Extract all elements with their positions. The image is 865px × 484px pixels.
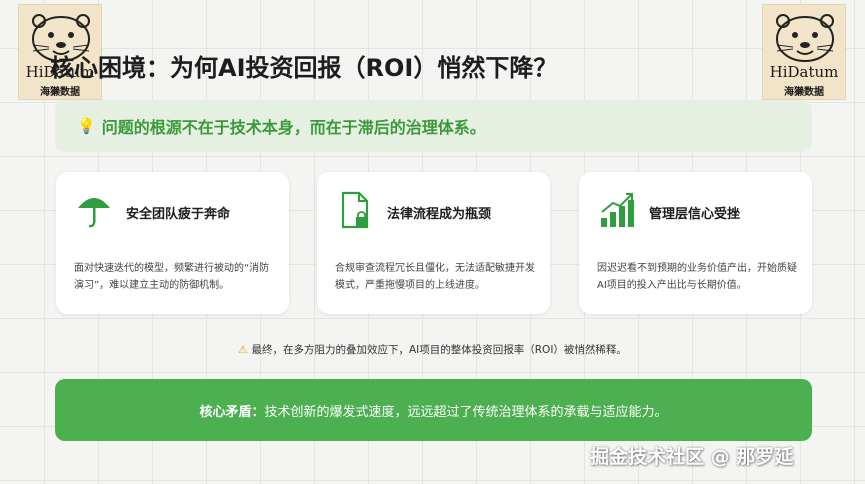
watermark: 掘金技术社区 @ 那罗延 [590,446,794,468]
root-cause-banner: 💡 问题的根源不在于技术本身，而在于滞后的治理体系。 [55,100,812,152]
core-label: 核心矛盾： [199,404,265,420]
hidatum-logo-right: HiDatum 海獭数据 [762,4,846,100]
document-lock-icon [341,191,369,229]
roi-warning: ⚠ 最终，在多方阻力的叠加效应下，AI项目的整体投资回报率（ROI）被悄然稀释。 [0,342,865,357]
logo-brand: HiDatum [769,63,839,81]
umbrella-icon [78,198,110,228]
card-body: 面对快速迭代的模型，频繁进行被动的“消防演习”，难以建立主动的防御机制。 [74,263,270,291]
card-legal-process: 法律流程成为瓶颈 合规审查流程冗长且僵化，无法适配敏捷开发模式，严重拖慢项目的上… [317,172,550,314]
logo-brand-cn: 海獭数据 [40,87,80,98]
growth-chart-icon [601,193,634,227]
warning-text: 最终，在多方阻力的叠加效应下，AI项目的整体投资回报率（ROI）被悄然稀释。 [251,344,627,356]
core-contradiction-box: 核心矛盾： 技术创新的爆发式速度，远远超过了传统治理体系的承载与适应能力。 [55,379,812,441]
banner-text: 问题的根源不在于技术本身，而在于滞后的治理体系。 [101,118,486,137]
otter-icon [776,14,834,62]
card-title: 管理层信心受挫 [649,207,741,222]
card-body: 合规审查流程冗长且僵化，无法适配敏捷开发模式，严重拖慢项目的上线进度。 [335,263,535,291]
card-title: 法律流程成为瓶颈 [387,207,492,222]
card-security-team: 安全团队疲于奔命 面对快速迭代的模型，频繁进行被动的“消防演习”，难以建立主动的… [56,172,289,314]
lightbulb-icon: 💡 [77,117,96,135]
card-body: 因迟迟看不到预期的业务价值产出，开始质疑AI项目的投入产出比与长期价值。 [597,263,797,291]
card-title: 安全团队疲于奔命 [126,207,231,222]
logo-brand-cn: 海獭数据 [784,87,824,98]
warning-icon: ⚠ [238,344,248,356]
core-text: 技术创新的爆发式速度，远远超过了传统治理体系的承载与适应能力。 [264,404,668,420]
slide-title: 核心困境：为何AI投资回报（ROI）悄然下降？ [50,54,558,82]
card-management-confidence: 管理层信心受挫 因迟迟看不到预期的业务价值产出，开始质疑AI项目的投入产出比与长… [579,172,812,314]
